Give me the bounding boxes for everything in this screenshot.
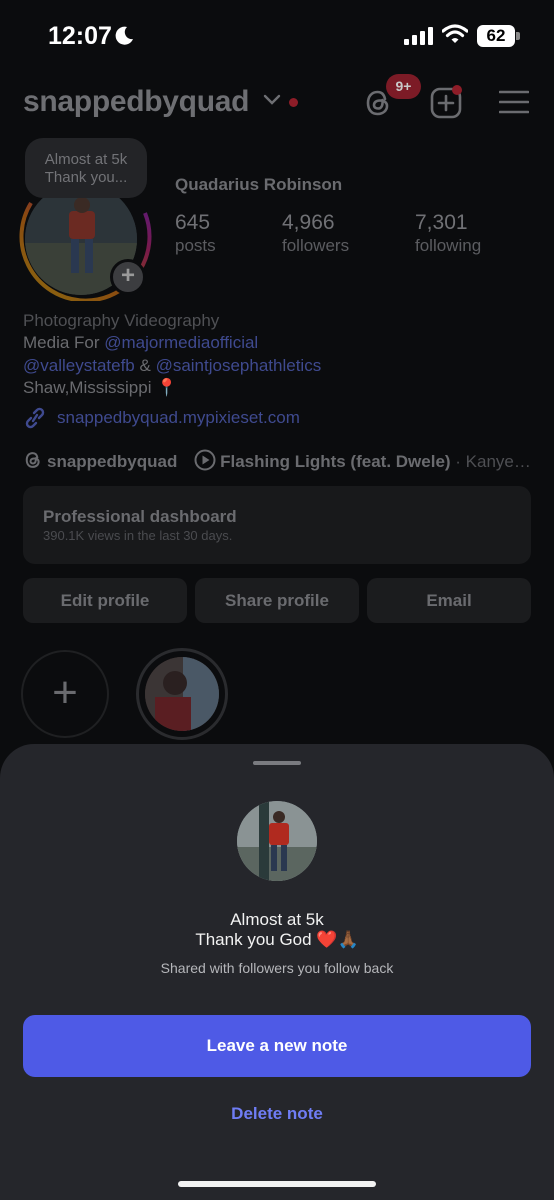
following-label[interactable]: following [415, 236, 481, 256]
battery-tip [516, 32, 520, 40]
profile-note-bubble[interactable]: Almost at 5k Thank you... [25, 138, 147, 198]
posts-count[interactable]: 645 [175, 211, 210, 235]
bio-mention-link[interactable]: @majormediaofficial [104, 333, 258, 352]
wifi-icon [442, 24, 468, 43]
highlight-item[interactable] [136, 648, 228, 740]
bio-mention-link[interactable]: @saintjosephathletics [156, 356, 322, 375]
threads-icon[interactable] [23, 450, 43, 470]
posts-label[interactable]: posts [175, 236, 216, 256]
share-profile-button[interactable]: Share profile [195, 578, 359, 623]
threads-badge: 9+ [386, 74, 421, 99]
bio-line-2: Media For @majormediaofficial [23, 333, 258, 353]
battery-indicator: 62 [477, 25, 515, 47]
dashboard-subtitle: 390.1K views in the last 30 days. [43, 528, 233, 543]
leave-new-note-button[interactable]: Leave a new note [23, 1015, 531, 1077]
delete-note-button[interactable]: Delete note [0, 1104, 554, 1124]
moon-icon [115, 26, 133, 45]
note-line-2: Thank you God ❤️🙏🏾 [195, 930, 359, 949]
note-audience: Shared with followers you follow back [160, 960, 394, 976]
profile-full-name: Quadarius Robinson [175, 175, 343, 194]
bio-location: Shaw,Mississippi [23, 378, 152, 397]
following-count[interactable]: 7,301 [415, 211, 468, 235]
menu-icon[interactable] [499, 89, 529, 115]
note-avatar [237, 801, 317, 881]
bio-text: Media For [23, 333, 105, 352]
home-indicator[interactable] [178, 1181, 376, 1187]
play-icon[interactable] [194, 449, 216, 471]
chevron-down-icon[interactable] [263, 94, 281, 106]
threads-handle[interactable]: snappedbyquad [47, 452, 177, 471]
link-icon [25, 407, 45, 429]
cellular-signal-icon [404, 27, 433, 45]
music-artist: · Kanye… [455, 452, 531, 471]
music-title[interactable]: Flashing Lights (feat. Dwele) [220, 452, 450, 471]
followers-count[interactable]: 4,966 [282, 211, 335, 235]
status-time: 12:07 [48, 22, 112, 50]
bio-text: & [134, 356, 156, 375]
bio-line-3: @valleystatefb & @saintjosephathletics [23, 356, 321, 376]
add-story-button[interactable]: + [110, 259, 146, 295]
website-link[interactable]: snappedbyquad.mypixieset.com [57, 408, 300, 428]
dashboard-title: Professional dashboard [43, 507, 237, 526]
create-notification-dot [452, 85, 462, 95]
pin-emoji: 📍 [156, 378, 178, 397]
bio-line-4: Shaw,Mississippi 📍 [23, 378, 177, 398]
new-highlight-button[interactable]: + [21, 650, 109, 738]
bio-category: Photography Videography [23, 311, 220, 330]
threads-music-row: snappedbyquad Flashing Lights (feat. Dwe… [23, 449, 531, 472]
highlight-thumbnail [145, 657, 219, 731]
sheet-grabber[interactable] [253, 761, 301, 765]
followers-label[interactable]: followers [282, 236, 349, 256]
email-button[interactable]: Email [367, 578, 531, 623]
account-switcher-username[interactable]: snappedbyquad [23, 85, 249, 119]
profile-note-line2: Thank you... [44, 169, 128, 186]
edit-profile-button[interactable]: Edit profile [23, 578, 187, 623]
profile-screen: 12:07 62 snappedbyquad 9+ Almost at 5k T… [0, 0, 554, 1200]
bio-mention-link[interactable]: @valleystatefb [23, 356, 135, 375]
notification-dot [289, 98, 298, 107]
profile-note-line1: Almost at 5k [44, 151, 128, 168]
note-line-1: Almost at 5k [230, 910, 324, 929]
